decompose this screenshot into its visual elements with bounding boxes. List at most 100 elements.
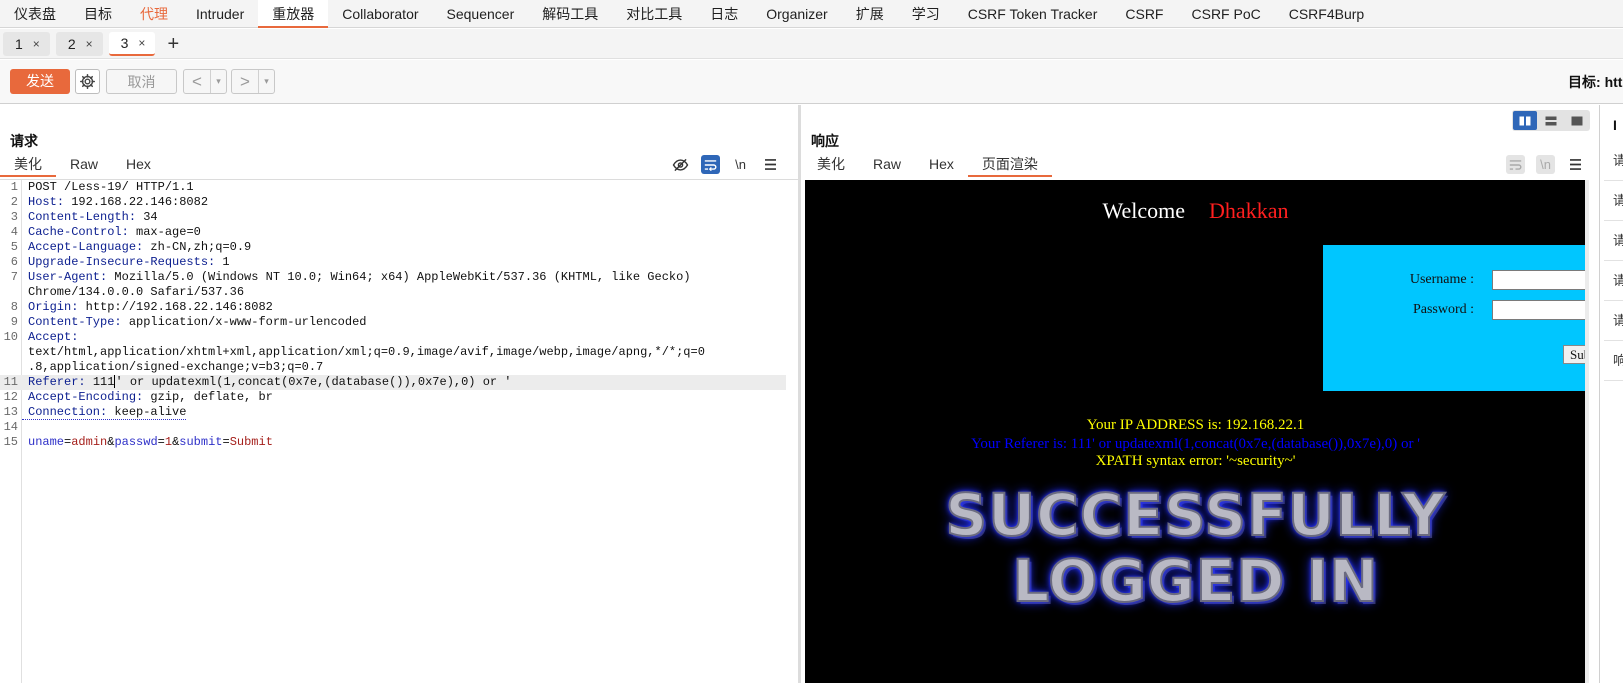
menu-csrf-token-tracker[interactable]: CSRF Token Tracker [954, 0, 1112, 28]
inspector-item[interactable]: 请 [1604, 301, 1623, 341]
tab-hex[interactable]: Hex [915, 153, 968, 177]
hide-nonprintable-icon[interactable] [671, 155, 690, 174]
menu-intruder[interactable]: Intruder [182, 0, 258, 28]
inspector-item[interactable]: 请 [1604, 261, 1623, 301]
tab-pretty[interactable]: 美化 [803, 153, 859, 177]
code-line[interactable]: .8,application/signed-exchange;v=b3;q=0.… [0, 360, 790, 375]
menu-logger[interactable]: 日志 [696, 0, 752, 28]
ip-address-message: Your IP ADDRESS is: 192.168.22.1 [1086, 417, 1305, 433]
code-line[interactable]: 13 Connection: keep-alive [0, 405, 790, 420]
code-line[interactable]: 5 Accept-Language: zh-CN,zh;q=0.9 [0, 240, 790, 255]
menu-csrf4burp[interactable]: CSRF4Burp [1275, 0, 1378, 28]
wrap-lines-icon[interactable] [701, 155, 720, 174]
code-line[interactable]: 8 Origin: http://192.168.22.146:8082 [0, 300, 790, 315]
vertical-scrollbar[interactable] [1585, 180, 1589, 683]
menu-csrf[interactable]: CSRF [1111, 0, 1177, 28]
request-tools: \n [671, 155, 780, 174]
inspector-item[interactable]: 请 [1604, 181, 1623, 221]
menu-target[interactable]: 目标 [70, 0, 126, 28]
code-line-body[interactable]: 15 uname=admin&passwd=1&submit=Submit [0, 435, 790, 450]
tab-raw[interactable]: Raw [56, 153, 112, 177]
code-line[interactable]: 14 [0, 420, 790, 435]
target-label[interactable]: 目标: http [1568, 72, 1623, 92]
menu-repeater[interactable]: 重放器 [258, 0, 329, 28]
close-icon[interactable]: × [33, 32, 40, 56]
request-title: 请求 [10, 133, 38, 149]
wrap-lines-icon[interactable] [1506, 155, 1525, 174]
chevron-down-icon[interactable]: ▾ [258, 70, 274, 93]
code-line-referer[interactable]: 11 Referer: 111' or updatexml(1,concat(0x… [0, 375, 786, 390]
rendered-page[interactable]: WelcomeDhakkan Username : Password : Sub… [805, 180, 1586, 683]
cancel-button[interactable]: 取消 [106, 69, 177, 94]
chevron-left-icon: < [192, 72, 202, 91]
code-line[interactable]: Chrome/134.0.0.0 Safari/537.36 [0, 285, 790, 300]
menu-icon[interactable] [1566, 155, 1585, 174]
menu-icon[interactable] [761, 155, 780, 174]
code-line[interactable]: 1 POST /Less-19/ HTTP/1.1 [0, 180, 790, 195]
response-view-tabs: 美化 Raw Hex 页面渲染 [803, 153, 1052, 177]
repeater-tab-1[interactable]: 1 × [3, 31, 50, 56]
password-input[interactable] [1492, 300, 1586, 320]
code-line[interactable]: 7 User-Agent: Mozilla/5.0 (Windows NT 10.… [0, 270, 790, 285]
menu-decoder[interactable]: 解码工具 [528, 0, 612, 28]
username-input[interactable] [1492, 270, 1586, 290]
submit-button[interactable]: Submit [1563, 345, 1586, 364]
close-icon[interactable]: × [138, 31, 145, 55]
repeater-tab-row: 1 × 2 × 3 × + [0, 29, 1623, 59]
layout-single-button[interactable] [1565, 111, 1589, 130]
code-line[interactable]: 9 Content-Type: application/x-www-form-ur… [0, 315, 790, 330]
tab-hex[interactable]: Hex [112, 153, 165, 177]
code-line[interactable]: 10 Accept: [0, 330, 790, 345]
menu-extensions[interactable]: 扩展 [842, 0, 898, 28]
request-view-tabs: 美化 Raw Hex [0, 153, 165, 177]
gear-icon [79, 73, 96, 90]
add-tab-button[interactable]: + [161, 32, 179, 56]
menu-csrf-poc[interactable]: CSRF PoC [1178, 0, 1275, 28]
forward-button[interactable]: > ▾ [231, 69, 275, 94]
username-row: Username : [1390, 270, 1586, 290]
menu-organizer[interactable]: Organizer [752, 0, 841, 28]
layout-stacked-button[interactable] [1539, 111, 1563, 130]
welcome-heading: Welcome Dhakkan [1102, 198, 1289, 223]
inspector-item[interactable]: 请 [1604, 221, 1623, 261]
back-button[interactable]: < ▾ [183, 69, 227, 94]
menu-dashboard[interactable]: 仪表盘 [0, 0, 70, 28]
inspector-item[interactable]: 响 [1604, 341, 1623, 381]
chevron-down-icon[interactable]: ▾ [210, 70, 226, 93]
top-menu: 仪表盘 目标 代理 Intruder 重放器 Collaborator Sequ… [0, 0, 1623, 28]
layout-side-by-side-button[interactable] [1513, 111, 1537, 130]
repeater-tab-3[interactable]: 3 × [108, 31, 156, 56]
menu-comparer[interactable]: 对比工具 [612, 0, 696, 28]
square-icon [1571, 116, 1583, 125]
tab-raw[interactable]: Raw [859, 153, 915, 177]
send-button[interactable]: 发送 [10, 69, 70, 94]
repeater-toolbar: 发送 取消 < ▾ > ▾ 目标: http [0, 60, 1623, 104]
response-tools: \n [1506, 155, 1585, 174]
repeater-tab-2[interactable]: 2 × [55, 31, 103, 56]
layout-toggle [1512, 110, 1590, 131]
response-title: 响应 [811, 133, 839, 149]
menu-proxy[interactable]: 代理 [126, 0, 182, 28]
tab-pretty[interactable]: 美化 [0, 153, 56, 177]
tab-label: 3 [120, 34, 129, 51]
request-editor[interactable]: 1 POST /Less-19/ HTTP/1.1 2 Host: 192.168.… [0, 179, 798, 683]
login-form: Username : Password : Submit [1323, 245, 1586, 391]
newline-icon[interactable]: \n [731, 155, 750, 174]
close-icon[interactable]: × [86, 32, 93, 56]
menu-collaborator[interactable]: Collaborator [328, 0, 432, 28]
code-line[interactable]: 2 Host: 192.168.22.146:8082 [0, 195, 790, 210]
settings-button[interactable] [75, 69, 100, 94]
code-line[interactable]: 12 Accept-Encoding: gzip, deflate, br [0, 390, 790, 405]
code-line[interactable]: text/html,application/xhtml+xml,applicat… [0, 345, 790, 360]
tab-render[interactable]: 页面渲染 [967, 153, 1052, 177]
menu-learn[interactable]: 学习 [898, 0, 954, 28]
code-line[interactable]: 3 Content-Length: 34 [0, 210, 790, 225]
request-pane: 请求 美化 Raw Hex \n 1 POST /Less-19/ HTTP/1.… [0, 105, 798, 683]
newline-icon[interactable]: \n [1536, 155, 1555, 174]
code-line[interactable]: 4 Cache-Control: max-age=0 [0, 225, 790, 240]
inspector-item[interactable]: 请 [1604, 141, 1623, 181]
response-pane: 响应 美化 Raw Hex 页面渲染 \n Welcome Dhakkan Use… [801, 105, 1599, 683]
success-banner: SUCCESSFULLY LOGGED IN [944, 481, 1446, 615]
code-line[interactable]: 6 Upgrade-Insecure-Requests: 1 [0, 255, 790, 270]
menu-sequencer[interactable]: Sequencer [433, 0, 529, 28]
